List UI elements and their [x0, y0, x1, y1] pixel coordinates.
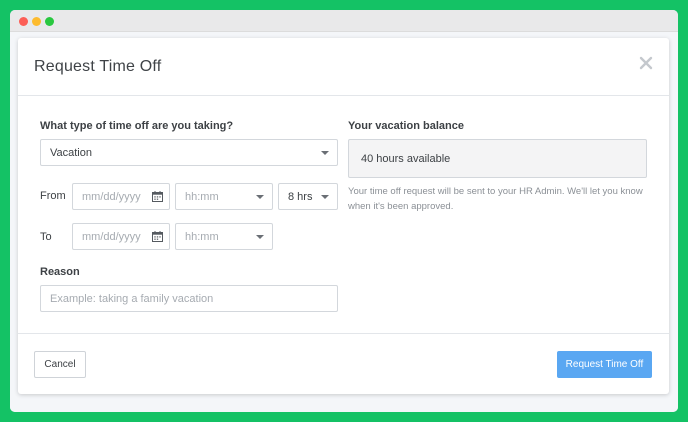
reason-placeholder: Example: taking a family vacation	[50, 293, 214, 305]
from-label: From	[40, 190, 66, 202]
from-date-placeholder: mm/dd/yyyy	[82, 191, 141, 203]
chevron-down-icon	[321, 195, 329, 199]
to-date-input[interactable]: mm/dd/yyyy	[72, 223, 170, 250]
minimize-window-button[interactable]	[32, 17, 41, 26]
close-icon[interactable]	[639, 56, 653, 70]
vacation-balance-value: 40 hours available	[361, 153, 451, 165]
vacation-balance-box: 40 hours available	[348, 139, 647, 178]
window-titlebar	[10, 10, 678, 32]
time-off-type-label: What type of time off are you taking?	[40, 120, 234, 132]
footer-divider	[18, 333, 669, 334]
reason-label: Reason	[40, 266, 80, 278]
to-time-placeholder: hh:mm	[185, 231, 219, 243]
chevron-down-icon	[256, 195, 264, 199]
reason-input[interactable]: Example: taking a family vacation	[40, 285, 338, 312]
calendar-icon[interactable]	[152, 231, 163, 242]
time-off-type-value: Vacation	[50, 147, 92, 159]
chevron-down-icon	[256, 235, 264, 239]
from-date-input[interactable]: mm/dd/yyyy	[72, 183, 170, 210]
maximize-window-button[interactable]	[45, 17, 54, 26]
vacation-balance-heading: Your vacation balance	[348, 120, 464, 132]
from-hours-select[interactable]: 8 hrs	[278, 183, 338, 210]
header-divider	[18, 95, 669, 96]
from-time-select[interactable]: hh:mm	[175, 183, 273, 210]
approval-helper-text: Your time off request will be sent to yo…	[348, 186, 643, 212]
to-date-placeholder: mm/dd/yyyy	[82, 231, 141, 243]
time-off-type-select[interactable]: Vacation	[40, 139, 338, 166]
cancel-button[interactable]: Cancel	[34, 351, 86, 378]
chevron-down-icon	[321, 151, 329, 155]
close-window-button[interactable]	[19, 17, 28, 26]
modal-title: Request Time Off	[34, 58, 162, 75]
from-time-placeholder: hh:mm	[185, 191, 219, 203]
from-hours-value: 8 hrs	[288, 191, 313, 203]
to-time-select[interactable]: hh:mm	[175, 223, 273, 250]
calendar-icon[interactable]	[152, 191, 163, 202]
request-time-off-modal: Request Time Off What type of time off a…	[18, 38, 669, 394]
request-time-off-button[interactable]: Request Time Off	[557, 351, 652, 378]
to-label: To	[40, 231, 52, 243]
